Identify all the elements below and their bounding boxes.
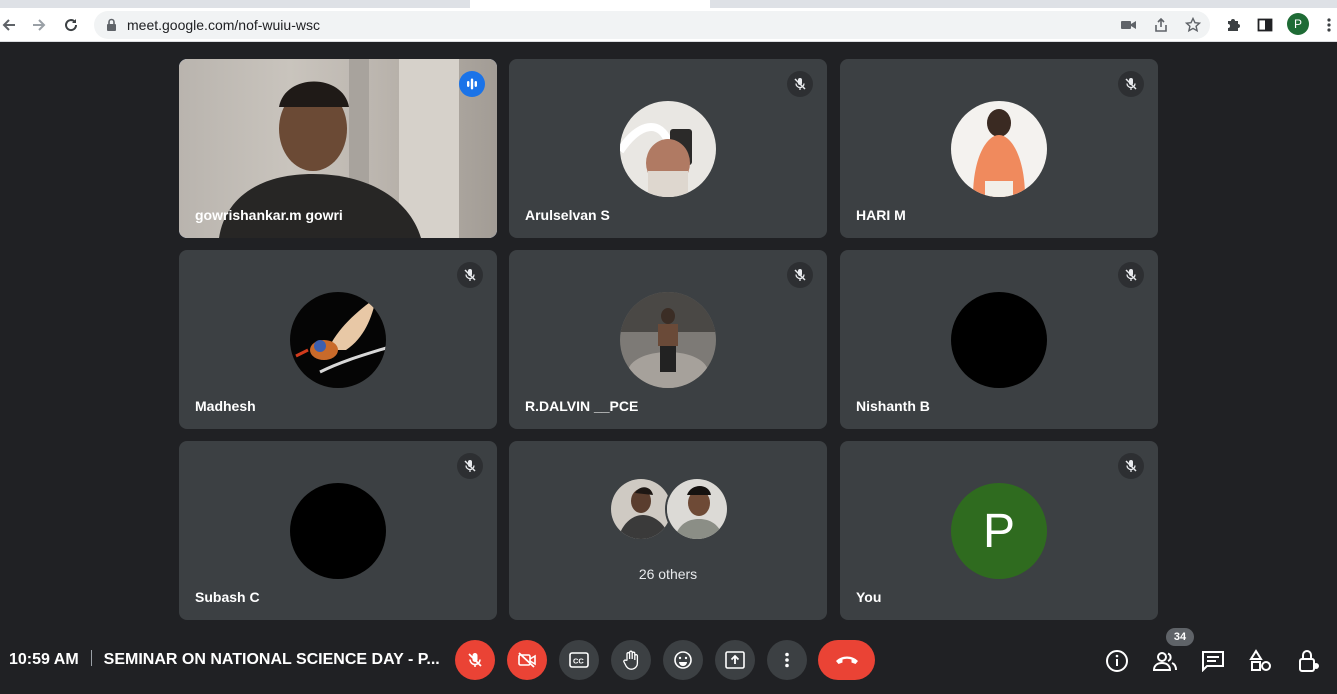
side-panel-icon[interactable] <box>1255 15 1275 35</box>
mic-off-icon <box>457 262 483 288</box>
more-options-button[interactable] <box>767 640 807 680</box>
lock-icon[interactable] <box>106 18 117 37</box>
speaking-indicator-icon <box>459 71 485 97</box>
participant-avatar <box>609 477 673 541</box>
closed-captions-icon: CC <box>569 652 589 668</box>
clock-time: 10:59 AM <box>9 651 79 668</box>
meeting-title: SEMINAR ON NATIONAL SCIENCE DAY - P... <box>103 651 440 668</box>
browser-toolbar: meet.google.com/nof-wuiu-wsc P <box>0 8 1337 42</box>
participant-tile[interactable]: HARI M <box>840 59 1158 238</box>
present-screen-button[interactable] <box>715 640 755 680</box>
meeting-details: 10:59 AM SEMINAR ON NATIONAL SCIENCE DAY … <box>9 650 440 669</box>
others-count-label: 26 others <box>638 566 698 582</box>
participant-name: gowrishankar.m gowri <box>195 207 343 223</box>
participant-avatar <box>290 292 386 388</box>
mic-off-icon <box>468 653 482 667</box>
participant-avatar <box>951 101 1047 197</box>
raise-hand-button[interactable] <box>611 640 651 680</box>
divider <box>90 650 92 666</box>
mic-off-icon <box>787 71 813 97</box>
participant-avatar <box>290 483 386 579</box>
participant-tile[interactable]: Subash C <box>179 441 497 620</box>
participant-name: HARI M <box>856 207 906 223</box>
participant-tile[interactable]: Madhesh <box>179 250 497 429</box>
participant-avatar <box>620 292 716 388</box>
mic-off-icon <box>1118 71 1144 97</box>
participant-name: Arulselvan S <box>525 207 610 223</box>
participant-avatar <box>620 101 716 197</box>
active-tab[interactable] <box>470 0 710 8</box>
participant-name: R.DALVIN __PCE <box>525 398 639 414</box>
others-tile[interactable]: 26 others <box>509 441 827 620</box>
info-icon <box>1106 650 1128 672</box>
participant-avatar <box>951 292 1047 388</box>
participant-name: Madhesh <box>195 398 256 414</box>
activities-button[interactable] <box>1248 648 1274 674</box>
self-avatar: P <box>951 483 1047 579</box>
hang-up-icon <box>835 656 858 664</box>
camera-icon[interactable] <box>1120 16 1138 34</box>
mic-off-icon <box>1118 453 1144 479</box>
camera-off-icon <box>518 652 536 668</box>
emoji-icon <box>674 651 692 669</box>
svg-text:CC: CC <box>573 657 584 666</box>
captions-button[interactable]: CC <box>559 640 599 680</box>
back-arrow-icon[interactable] <box>0 14 20 36</box>
extensions-puzzle-icon[interactable] <box>1223 15 1243 35</box>
chat-icon <box>1202 651 1224 672</box>
url-text: meet.google.com/nof-wuiu-wsc <box>127 17 320 33</box>
leave-call-button[interactable] <box>818 640 875 680</box>
reactions-button[interactable] <box>663 640 703 680</box>
more-vert-icon <box>785 652 789 668</box>
participant-avatar <box>665 477 729 541</box>
participant-count-badge: 34 <box>1166 628 1194 646</box>
mic-off-icon <box>787 262 813 288</box>
lock-person-icon <box>1299 650 1319 672</box>
mic-off-icon <box>1118 262 1144 288</box>
host-controls-button[interactable] <box>1296 648 1322 674</box>
reload-icon[interactable] <box>60 14 82 36</box>
participant-name: You <box>856 589 882 605</box>
people-icon <box>1152 652 1177 671</box>
forward-arrow-icon[interactable] <box>28 14 50 36</box>
present-icon <box>725 651 745 669</box>
people-button[interactable] <box>1152 648 1178 674</box>
participant-name: Nishanth B <box>856 398 930 414</box>
hand-icon <box>623 650 639 670</box>
participant-tile[interactable]: Arulselvan S <box>509 59 827 238</box>
mic-off-icon <box>457 453 483 479</box>
participant-tile[interactable]: gowrishankar.m gowri <box>179 59 497 238</box>
chat-button[interactable] <box>1200 648 1226 674</box>
microphone-toggle-button[interactable] <box>455 640 495 680</box>
browser-menu-icon[interactable] <box>1319 15 1337 35</box>
browser-tab-strip <box>0 0 1337 8</box>
camera-toggle-button[interactable] <box>507 640 547 680</box>
participant-name: Subash C <box>195 589 260 605</box>
participant-tile[interactable]: R.DALVIN __PCE <box>509 250 827 429</box>
activities-shapes-icon <box>1249 649 1271 671</box>
profile-avatar[interactable]: P <box>1287 13 1309 35</box>
self-tile[interactable]: P You <box>840 441 1158 620</box>
address-bar[interactable]: meet.google.com/nof-wuiu-wsc <box>94 11 1210 39</box>
share-icon[interactable] <box>1152 16 1170 34</box>
bookmark-star-icon[interactable] <box>1184 16 1202 34</box>
meeting-controls-bar: 10:59 AM SEMINAR ON NATIONAL SCIENCE DAY … <box>0 624 1337 694</box>
meeting-details-button[interactable] <box>1104 648 1130 674</box>
participant-tile[interactable]: Nishanth B <box>840 250 1158 429</box>
